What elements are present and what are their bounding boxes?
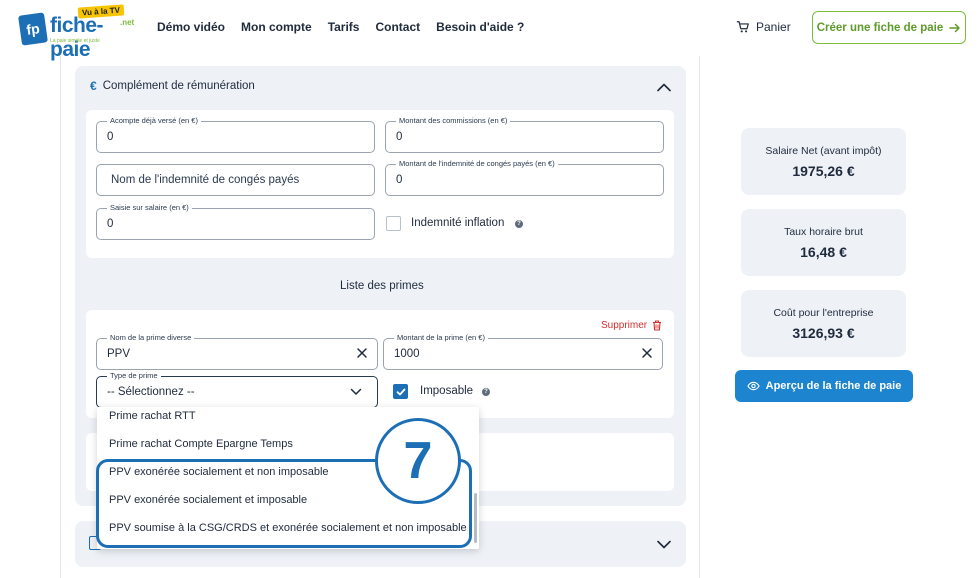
nav-demo-video[interactable]: Démo vidéo	[157, 20, 225, 34]
chevron-down-icon[interactable]	[657, 540, 671, 550]
saisie-value: 0	[107, 218, 114, 230]
imposable-checkbox[interactable]	[393, 384, 408, 399]
cart-label: Panier	[756, 20, 791, 34]
prime-amount-field[interactable]: Montant de la prime (en €) 1000	[383, 333, 663, 370]
saisie-field[interactable]: Saisie sur salaire (en €) 0	[96, 203, 375, 240]
clear-icon[interactable]	[356, 347, 368, 359]
indemnite-name-placeholder: Nom de l'indemnité de congés payés	[111, 174, 300, 186]
commissions-field[interactable]: Montant des commissions (en €) 0	[385, 116, 664, 153]
logo-tagline: La paie simple et juste	[50, 38, 100, 44]
section-header[interactable]: € Complément de rémunération	[90, 79, 255, 93]
inflation-checkbox[interactable]	[386, 216, 401, 231]
chevron-down-icon	[350, 388, 362, 395]
hourly-rate-label: Taux horaire brut	[784, 226, 863, 238]
delete-label: Supprimer	[601, 320, 648, 331]
site-logo[interactable]: fp fiche-paie Vu à la TV .net La paie si…	[18, 4, 140, 61]
nav-besoin-aide[interactable]: Besoin d'aide ?	[436, 20, 524, 34]
nav-contact[interactable]: Contact	[375, 20, 420, 34]
indemnite-amount-value: 0	[396, 174, 403, 186]
section-title: Complément de rémunération	[102, 80, 255, 92]
prime-name-label: Nom de la prime diverse	[107, 333, 195, 343]
euro-icon: €	[90, 79, 97, 93]
indemnite-amount-field[interactable]: Montant de l'indemnité de congés payés (…	[385, 159, 664, 196]
net-salary-value: 1975,26 €	[792, 163, 855, 179]
create-payslip-button[interactable]: Créer une fiche de paie	[812, 11, 966, 44]
trash-icon	[653, 320, 662, 331]
create-payslip-label: Créer une fiche de paie	[816, 21, 944, 34]
prime-amount-label: Montant de la prime (en €)	[394, 333, 488, 343]
prime-type-select[interactable]: Type de prime -- Sélectionnez --	[96, 371, 378, 408]
prime-type-value: -- Sélectionnez --	[107, 386, 195, 398]
step-number-badge: 7	[375, 418, 461, 504]
logo-badge: fp	[18, 12, 48, 46]
clear-icon[interactable]	[641, 347, 653, 359]
indemnite-amount-label: Montant de l'indemnité de congés payés (…	[396, 159, 558, 169]
inflation-label: Indemnité inflation	[411, 217, 505, 229]
cart-link[interactable]: Panier	[736, 20, 791, 34]
prime-name-value: PPV	[107, 348, 131, 360]
imposable-label: Imposable	[420, 385, 474, 397]
help-icon[interactable]: ?	[515, 220, 523, 228]
saisie-label: Saisie sur salaire (en €)	[107, 203, 192, 213]
primes-list-title: Liste des primes	[340, 280, 424, 292]
acompte-label: Acompte déjà versé (en €)	[107, 116, 201, 126]
chevron-up-icon[interactable]	[657, 82, 671, 92]
preview-payslip-button[interactable]: Aperçu de la fiche de paie	[735, 370, 913, 402]
help-icon[interactable]: ?	[482, 388, 490, 396]
net-salary-card: Salaire Net (avant impôt) 1975,26 €	[741, 128, 906, 195]
eye-icon	[746, 381, 760, 391]
nav-mon-compte[interactable]: Mon compte	[241, 20, 312, 34]
delete-prime-button[interactable]: Supprimer	[601, 320, 662, 331]
nav-tarifs[interactable]: Tarifs	[328, 20, 360, 34]
checkmark-icon	[396, 388, 406, 396]
dropdown-scrollbar[interactable]	[474, 493, 477, 543]
employer-cost-value: 3126,93 €	[792, 325, 855, 341]
prime-type-label: Type de prime	[107, 371, 161, 381]
cart-icon	[736, 21, 749, 33]
commissions-label: Montant des commissions (en €)	[396, 116, 511, 126]
preview-payslip-label: Aperçu de la fiche de paie	[765, 380, 902, 392]
acompte-value: 0	[107, 131, 114, 143]
dropdown-option[interactable]: Prime rachat Compte Epargne Temps	[109, 438, 293, 450]
hourly-rate-card: Taux horaire brut 16,48 €	[741, 209, 906, 276]
main-nav: Démo vidéo Mon compte Tarifs Contact Bes…	[157, 20, 540, 34]
net-salary-label: Salaire Net (avant impôt)	[765, 145, 882, 157]
dropdown-option[interactable]: Prime rachat RTT	[109, 410, 196, 422]
logo-net: .net	[120, 18, 135, 27]
prime-name-field[interactable]: Nom de la prime diverse PPV	[96, 333, 378, 370]
indemnite-name-field[interactable]: Nom de l'indemnité de congés payés	[96, 164, 375, 196]
employer-cost-card: Coût pour l'entreprise 3126,93 €	[741, 290, 906, 357]
acompte-field[interactable]: Acompte déjà versé (en €) 0	[96, 116, 375, 153]
commissions-value: 0	[396, 131, 403, 143]
prime-amount-value: 1000	[394, 348, 420, 360]
arrow-right-icon	[949, 23, 961, 32]
site-header: fp fiche-paie Vu à la TV .net La paie si…	[0, 0, 980, 61]
employer-cost-label: Coût pour l'entreprise	[773, 307, 874, 319]
hourly-rate-value: 16,48 €	[800, 244, 847, 260]
